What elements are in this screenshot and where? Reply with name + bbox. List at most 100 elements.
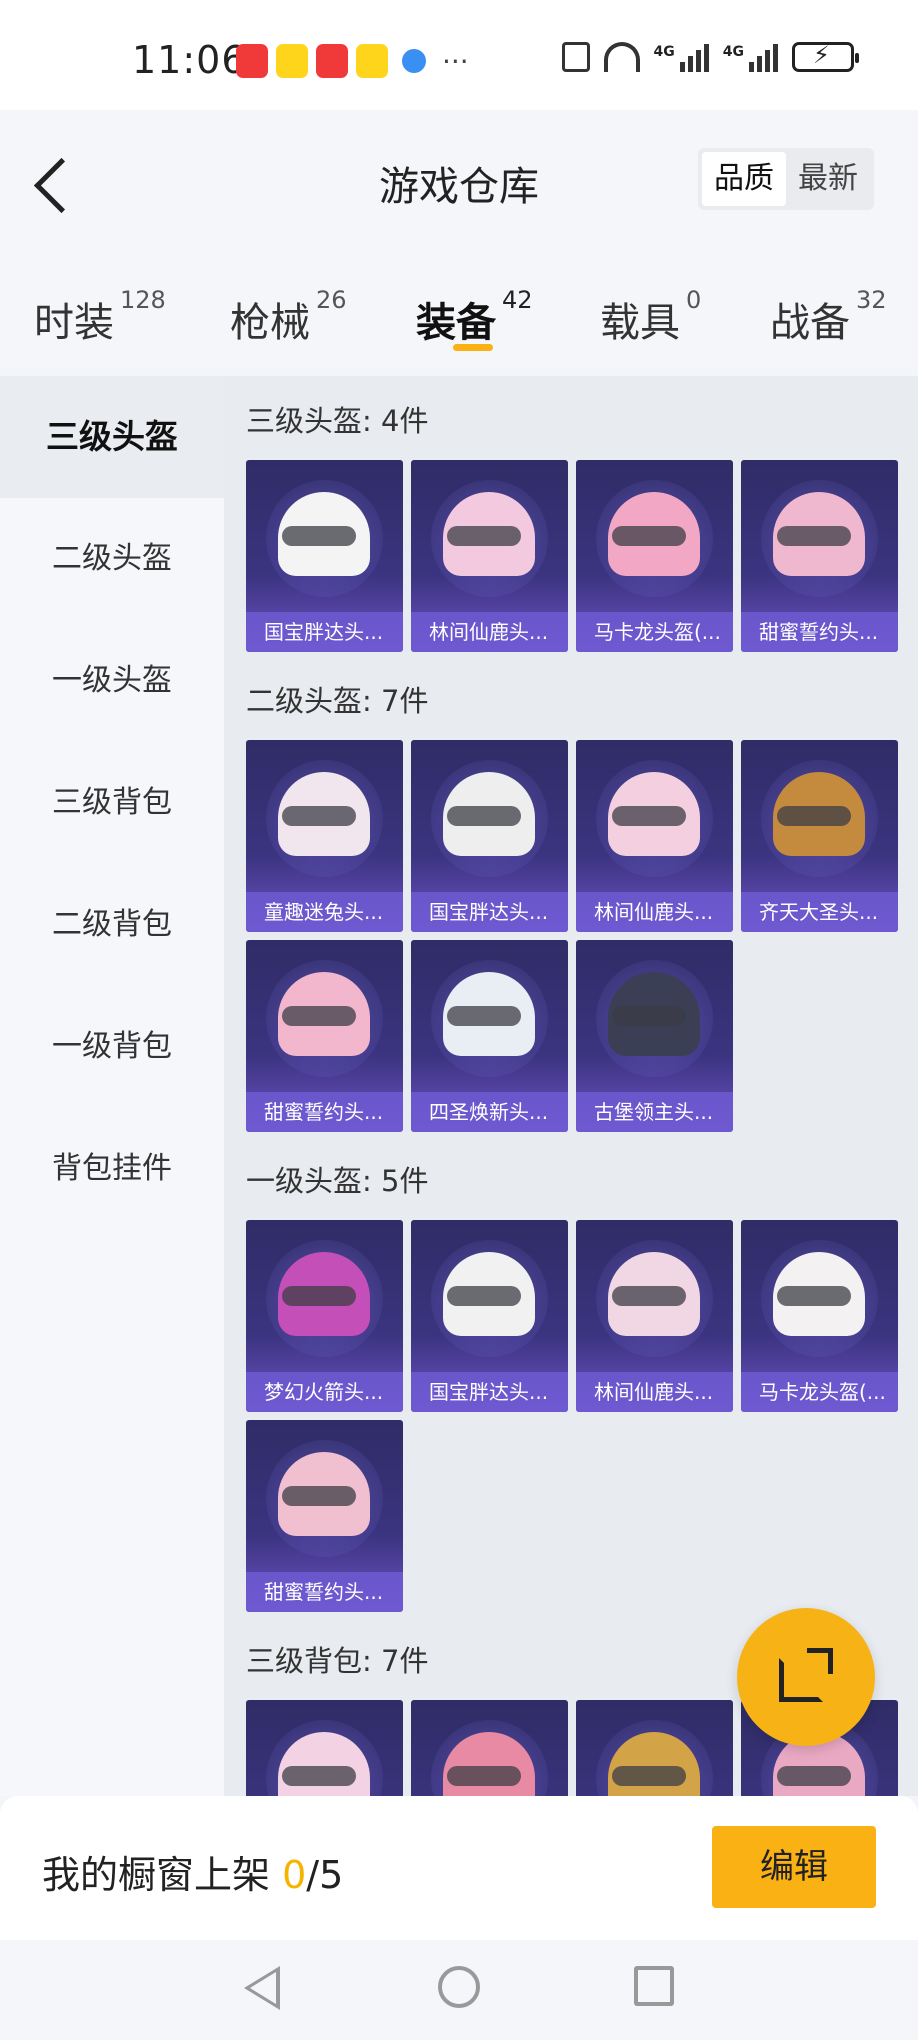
item-image-detail — [447, 526, 521, 546]
item-name: 国宝胖达头... — [411, 1372, 568, 1412]
item-card[interactable] — [576, 1700, 733, 1796]
item-card[interactable]: 甜蜜誓约头... — [246, 1420, 403, 1612]
sort-newest-button[interactable]: 最新 — [786, 152, 870, 206]
item-card[interactable]: 马卡龙头盔(... — [576, 460, 733, 652]
item-card[interactable] — [246, 1700, 403, 1796]
item-image-detail — [612, 1006, 686, 1026]
app-notification-icon — [236, 44, 268, 78]
sidebar-item-backpack-charm[interactable]: 背包挂件 — [0, 1108, 224, 1230]
system-nav-bar — [0, 1940, 918, 2040]
item-card[interactable]: 国宝胖达头... — [411, 1220, 568, 1412]
item-card[interactable]: 四圣焕新头... — [411, 940, 568, 1132]
share-arrow-icon — [807, 1648, 833, 1674]
showcase-status: 我的橱窗上架 0/5 — [42, 1853, 344, 1897]
sort-quality-button[interactable]: 品质 — [702, 152, 786, 206]
category-tabs: 时装 128 枪械 26 装备 42 载具 0 战备 32 — [0, 280, 918, 368]
item-name: 林间仙鹿头... — [576, 892, 733, 932]
item-image-detail — [777, 806, 851, 826]
item-image-detail — [447, 1006, 521, 1026]
more-notifications-icon: ··· — [442, 44, 469, 78]
cell-signal-icon: 4G — [723, 44, 778, 72]
category-sidebar: 三级头盔 二级头盔 一级头盔 三级背包 二级背包 一级背包 背包挂件 — [0, 376, 224, 1796]
item-image-detail — [777, 1286, 851, 1306]
item-image-detail — [612, 1286, 686, 1306]
item-image-detail — [282, 1286, 356, 1306]
item-card[interactable]: 林间仙鹿头... — [576, 740, 733, 932]
notification-icons: ··· — [236, 44, 469, 78]
section-title: 三级头盔: 4件 — [246, 404, 429, 438]
tab-weapons[interactable]: 枪械 26 — [230, 286, 347, 348]
item-image-detail — [282, 1486, 356, 1506]
item-image-detail — [447, 1286, 521, 1306]
app-notification-icon — [402, 49, 426, 73]
item-image-detail — [612, 1766, 686, 1786]
item-image-detail — [282, 806, 356, 826]
status-time: 11:06 — [132, 38, 247, 82]
item-card[interactable]: 梦幻火箭头... — [246, 1220, 403, 1412]
app-notification-icon — [316, 44, 348, 78]
item-card[interactable]: 林间仙鹿头... — [576, 1220, 733, 1412]
vibrate-icon — [561, 42, 590, 72]
share-button[interactable] — [737, 1608, 875, 1746]
item-name: 国宝胖达头... — [246, 612, 403, 652]
sort-toggle: 品质 最新 — [698, 148, 874, 210]
item-card[interactable]: 国宝胖达头... — [411, 740, 568, 932]
item-name: 国宝胖达头... — [411, 892, 568, 932]
item-name: 甜蜜誓约头... — [246, 1092, 403, 1132]
tab-fashion[interactable]: 时装 128 — [34, 286, 166, 348]
battery-icon: ⚡ — [792, 41, 859, 72]
item-name: 童趣迷兔头... — [246, 892, 403, 932]
item-card[interactable]: 马卡龙头盔(... — [741, 1220, 898, 1412]
section-title: 二级头盔: 7件 — [246, 684, 429, 718]
status-bar: 11:06 ··· 4G 4G ⚡ — [0, 0, 918, 110]
sidebar-item-level2-backpack[interactable]: 二级背包 — [0, 864, 224, 986]
item-image-detail — [282, 526, 356, 546]
tab-supplies[interactable]: 战备 32 — [770, 286, 887, 348]
sidebar-item-level1-backpack[interactable]: 一级背包 — [0, 986, 224, 1108]
item-card[interactable]: 国宝胖达头... — [246, 460, 403, 652]
nav-back-icon[interactable] — [244, 1966, 280, 2010]
item-image-detail — [777, 1766, 851, 1786]
section-title: 一级头盔: 5件 — [246, 1164, 429, 1198]
app-notification-icon — [276, 44, 308, 78]
system-icons: 4G 4G ⚡ — [561, 41, 859, 72]
nav-home-icon[interactable] — [438, 1966, 480, 2008]
item-card[interactable] — [411, 1700, 568, 1796]
sidebar-item-level3-backpack[interactable]: 三级背包 — [0, 742, 224, 864]
sidebar-item-level3-helmet[interactable]: 三级头盔 — [0, 376, 224, 498]
item-name: 马卡龙头盔(... — [741, 1372, 898, 1412]
item-image-detail — [282, 1766, 356, 1786]
item-card[interactable]: 甜蜜誓约头... — [246, 940, 403, 1132]
wifi-icon — [603, 42, 640, 72]
cell-signal-icon: 4G — [654, 44, 709, 72]
sidebar-item-level2-helmet[interactable]: 二级头盔 — [0, 498, 224, 620]
item-grid-area: 三级头盔: 4件 国宝胖达头... 林间仙鹿头... 马卡龙头盔(... 甜蜜誓约头..… — [224, 376, 918, 1796]
item-name: 马卡龙头盔(... — [576, 612, 733, 652]
edit-button[interactable]: 编辑 — [712, 1826, 876, 1908]
tab-equipment[interactable]: 装备 42 — [416, 286, 533, 348]
item-card[interactable]: 齐天大圣头... — [741, 740, 898, 932]
item-card[interactable]: 古堡领主头... — [576, 940, 733, 1132]
item-name: 四圣焕新头... — [411, 1092, 568, 1132]
tab-vehicles[interactable]: 载具 0 — [600, 286, 701, 348]
nav-recents-icon[interactable] — [634, 1966, 674, 2006]
app-notification-icon — [356, 44, 388, 78]
item-name: 甜蜜誓约头... — [246, 1572, 403, 1612]
item-image-detail — [447, 1766, 521, 1786]
item-name: 梦幻火箭头... — [246, 1372, 403, 1412]
item-image-detail — [447, 806, 521, 826]
active-tab-indicator — [453, 344, 493, 351]
item-name: 齐天大圣头... — [741, 892, 898, 932]
item-card[interactable]: 甜蜜誓约头... — [741, 460, 898, 652]
item-image-detail — [282, 1006, 356, 1026]
showcase-bar: 我的橱窗上架 0/5 编辑 — [0, 1796, 918, 1940]
item-card[interactable]: 林间仙鹿头... — [411, 460, 568, 652]
item-name: 古堡领主头... — [576, 1092, 733, 1132]
sidebar-item-level1-helmet[interactable]: 一级头盔 — [0, 620, 224, 742]
item-card[interactable]: 童趣迷兔头... — [246, 740, 403, 932]
item-name: 林间仙鹿头... — [411, 612, 568, 652]
section-title: 三级背包: 7件 — [246, 1644, 429, 1678]
item-image-detail — [612, 806, 686, 826]
item-image-detail — [612, 526, 686, 546]
item-image-detail — [777, 526, 851, 546]
